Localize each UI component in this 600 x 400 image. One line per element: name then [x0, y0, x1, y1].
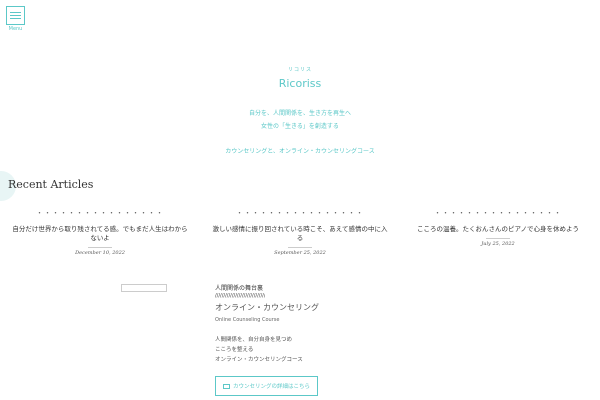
promo-label: 人間関係の舞台裏 [215, 285, 264, 292]
promo-title: オンライン・カウンセリング [215, 303, 319, 312]
counseling-details-button[interactable]: カウンセリングの詳細はこちら [215, 376, 318, 396]
article-title[interactable]: 激しい感情に振り回されている時こそ、あえて感情の中に入る [210, 225, 390, 243]
section-title: Recent Articles [8, 178, 94, 191]
cta-label: カウンセリングの詳細はこちら [232, 384, 310, 390]
article-clipped-text: ・・・・・・・・・・・・・・・・ [236, 211, 364, 216]
menu-button[interactable] [6, 6, 25, 25]
divider [486, 238, 510, 239]
promo-image [121, 284, 167, 292]
promo-subtitle: Online Counseling Course [215, 317, 280, 323]
site-title[interactable]: Ricoriss [0, 77, 600, 90]
article-card[interactable]: ・・・・・・・・・・・・・・・・ こころの温養。たくおんさんのピアノで心身を休め… [408, 211, 588, 247]
menu-label: Menu [8, 26, 23, 32]
article-card[interactable]: ・・・・・・・・・・・・・・・・ 自分だけ世界から取り残されてる感。でもまだ人生… [10, 211, 190, 256]
article-date: July 25, 2022 [481, 241, 515, 247]
site-kana: リコリス [287, 67, 312, 73]
promo-block: 人間関係の舞台裏 ///////////////////////////////… [215, 283, 365, 365]
hero-tagline: 女性の「生きる」を創造する [261, 123, 339, 130]
hamburger-icon [10, 12, 21, 13]
hero: リコリス Ricoriss 自分を、人間関係を、生き方を再生へ 女性の「生きる」… [0, 66, 600, 158]
divider [288, 247, 312, 248]
monitor-icon [222, 383, 230, 389]
article-date: December 10, 2022 [75, 250, 125, 256]
hero-tagline: 自分を、人間関係を、生き方を再生へ [248, 110, 351, 117]
promo-description: 人間関係を、自分自身を見つめ こころを整える オンライン・カウンセリングコース [215, 337, 303, 363]
promo-decoration: //////////////////////////////////// [215, 293, 265, 299]
hero-tagline: カウンセリングと、オンライン・カウンセリングコース [225, 148, 375, 155]
article-clipped-text: ・・・・・・・・・・・・・・・・ [434, 211, 562, 216]
divider [88, 247, 112, 248]
article-title[interactable]: 自分だけ世界から取り残されてる感。でもまだ人生はわからないよ [10, 225, 190, 243]
article-card[interactable]: ・・・・・・・・・・・・・・・・ 激しい感情に振り回されている時こそ、あえて感情… [210, 211, 390, 256]
article-title[interactable]: こころの温養。たくおんさんのピアノで心身を休めよう [408, 225, 588, 234]
article-clipped-text: ・・・・・・・・・・・・・・・・ [36, 211, 164, 216]
article-date: September 25, 2022 [274, 250, 326, 256]
